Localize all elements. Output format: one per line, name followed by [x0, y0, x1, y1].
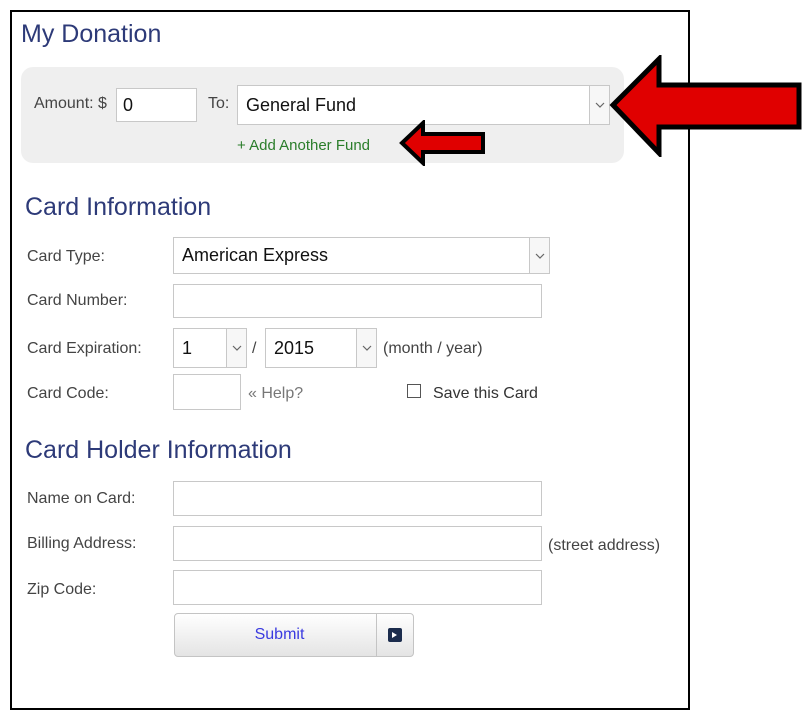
- chevron-down-icon[interactable]: [356, 329, 376, 367]
- submit-label: Submit: [254, 626, 305, 643]
- save-card-label[interactable]: Save this Card: [433, 385, 538, 403]
- zip-code-input[interactable]: [173, 570, 542, 605]
- fund-select[interactable]: General Fund: [237, 85, 610, 125]
- submit-button[interactable]: Submit: [174, 613, 414, 657]
- zip-code-label: Zip Code:: [27, 581, 97, 598]
- amount-input[interactable]: [116, 88, 197, 122]
- exp-year-value: 2015: [274, 337, 315, 358]
- fund-select-value: General Fund: [246, 94, 357, 115]
- card-holder-heading: Card Holder Information: [25, 436, 292, 464]
- card-type-label: Card Type:: [27, 248, 105, 265]
- card-type-value: American Express: [182, 245, 329, 265]
- small-red-arrow-annotation: [399, 120, 485, 166]
- help-link[interactable]: « Help?: [248, 385, 303, 403]
- large-red-arrow-annotation: [609, 55, 802, 157]
- card-number-label: Card Number:: [27, 292, 128, 309]
- exp-month-value: 1: [182, 337, 193, 358]
- card-number-input[interactable]: [173, 284, 542, 318]
- card-type-select[interactable]: American Express: [173, 237, 550, 274]
- chevron-down-icon[interactable]: [529, 238, 549, 273]
- exp-separator: /: [252, 340, 257, 357]
- card-code-label: Card Code:: [27, 385, 109, 402]
- card-code-input[interactable]: [173, 374, 241, 410]
- chevron-down-icon[interactable]: [589, 86, 609, 124]
- save-card-checkbox[interactable]: [407, 384, 421, 398]
- arrow-right-square-icon: [376, 614, 413, 656]
- amount-label: Amount: $: [34, 95, 107, 112]
- billing-address-hint: (street address): [548, 537, 661, 554]
- my-donation-heading: My Donation: [21, 20, 162, 48]
- billing-address-label: Billing Address:: [27, 535, 137, 552]
- chevron-down-icon[interactable]: [226, 329, 246, 367]
- name-on-card-input[interactable]: [173, 481, 542, 516]
- billing-address-input[interactable]: [173, 526, 542, 561]
- exp-month-select[interactable]: 1: [173, 328, 247, 368]
- name-on-card-label: Name on Card:: [27, 490, 136, 507]
- card-expiration-label: Card Expiration:: [27, 340, 142, 357]
- exp-year-select[interactable]: 2015: [265, 328, 377, 368]
- add-another-fund-link[interactable]: + Add Another Fund: [237, 137, 370, 154]
- card-information-heading: Card Information: [25, 193, 212, 221]
- exp-hint: (month / year): [383, 340, 483, 357]
- to-label: To:: [208, 95, 230, 112]
